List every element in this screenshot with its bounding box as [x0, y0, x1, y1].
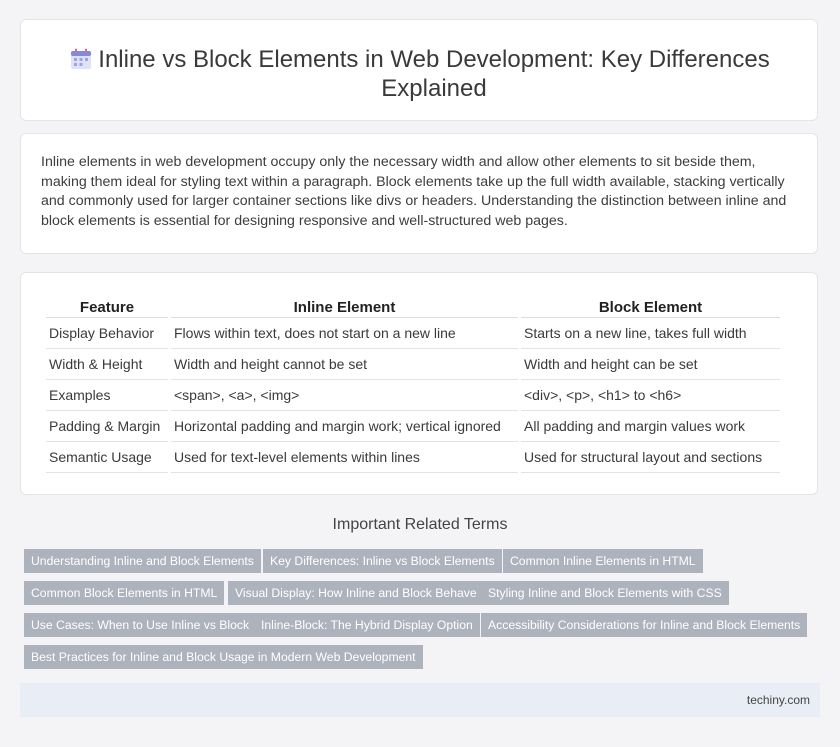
table-cell: Width and height cannot be set: [171, 349, 518, 380]
related-terms-title: Important Related Terms: [332, 516, 508, 533]
intro-paragraph: Inline elements in web development occup…: [41, 154, 787, 229]
comparison-table-card: Feature Inline Element Block Element Dis…: [20, 272, 818, 495]
related-term-tag[interactable]: Best Practices for Inline and Block Usag…: [24, 645, 423, 669]
table-row: Width & Height Width and height cannot b…: [46, 349, 780, 380]
table-cell: Starts on a new line, takes full width: [521, 318, 780, 349]
related-term-tag[interactable]: Common Block Elements in HTML: [24, 581, 225, 605]
table-cell: All padding and margin values work: [521, 411, 780, 442]
intro-card: Inline elements in web development occup…: [20, 133, 818, 254]
footer-site-link[interactable]: techiny.com: [747, 693, 810, 707]
table-cell: Horizontal padding and margin work; vert…: [171, 411, 518, 442]
table-cell: Used for structural layout and sections: [521, 442, 780, 473]
table-cell: Width & Height: [46, 349, 168, 380]
table-cell: Padding & Margin: [46, 411, 168, 442]
page-title: Inline vs Block Elements in Web Developm…: [98, 46, 770, 102]
table-cell: <span>, <a>, <img>: [171, 380, 518, 411]
related-term-tag[interactable]: Common Inline Elements in HTML: [503, 549, 703, 573]
table-cell: Examples: [46, 380, 168, 411]
related-term-tag[interactable]: Inline-Block: The Hybrid Display Option: [254, 613, 480, 637]
related-term-tag[interactable]: Accessibility Considerations for Inline …: [481, 613, 808, 637]
related-term-tag[interactable]: Use Cases: When to Use Inline vs Block: [24, 613, 257, 637]
related-term-tag[interactable]: Visual Display: How Inline and Block Beh…: [228, 581, 484, 605]
table-row: Examples <span>, <a>, <img> <div>, <p>, …: [46, 380, 780, 411]
table-row: Padding & Margin Horizontal padding and …: [46, 411, 780, 442]
comparison-table: Feature Inline Element Block Element Dis…: [43, 295, 783, 473]
related-term-tag[interactable]: Key Differences: Inline vs Block Element…: [263, 549, 502, 573]
table-cell: <div>, <p>, <h1> to <h6>: [521, 380, 780, 411]
table-cell: Width and height can be set: [521, 349, 780, 380]
header-card: Inline vs Block Elements in Web Developm…: [20, 19, 818, 121]
footer: techiny.com: [20, 683, 820, 717]
table-cell: Flows within text, does not start on a n…: [171, 318, 518, 349]
table-row: Display Behavior Flows within text, does…: [46, 318, 780, 349]
table-header-row: Feature Inline Element Block Element: [46, 295, 780, 318]
table-cell: Used for text-level elements within line…: [171, 442, 518, 473]
related-term-tag[interactable]: Styling Inline and Block Elements with C…: [481, 581, 729, 605]
table-cell: Display Behavior: [46, 318, 168, 349]
column-header: Inline Element: [171, 295, 518, 318]
table-cell: Semantic Usage: [46, 442, 168, 473]
related-term-tag[interactable]: Understanding Inline and Block Elements: [24, 549, 261, 573]
column-header: Block Element: [521, 295, 780, 318]
column-header: Feature: [46, 295, 168, 318]
table-row: Semantic Usage Used for text-level eleme…: [46, 442, 780, 473]
